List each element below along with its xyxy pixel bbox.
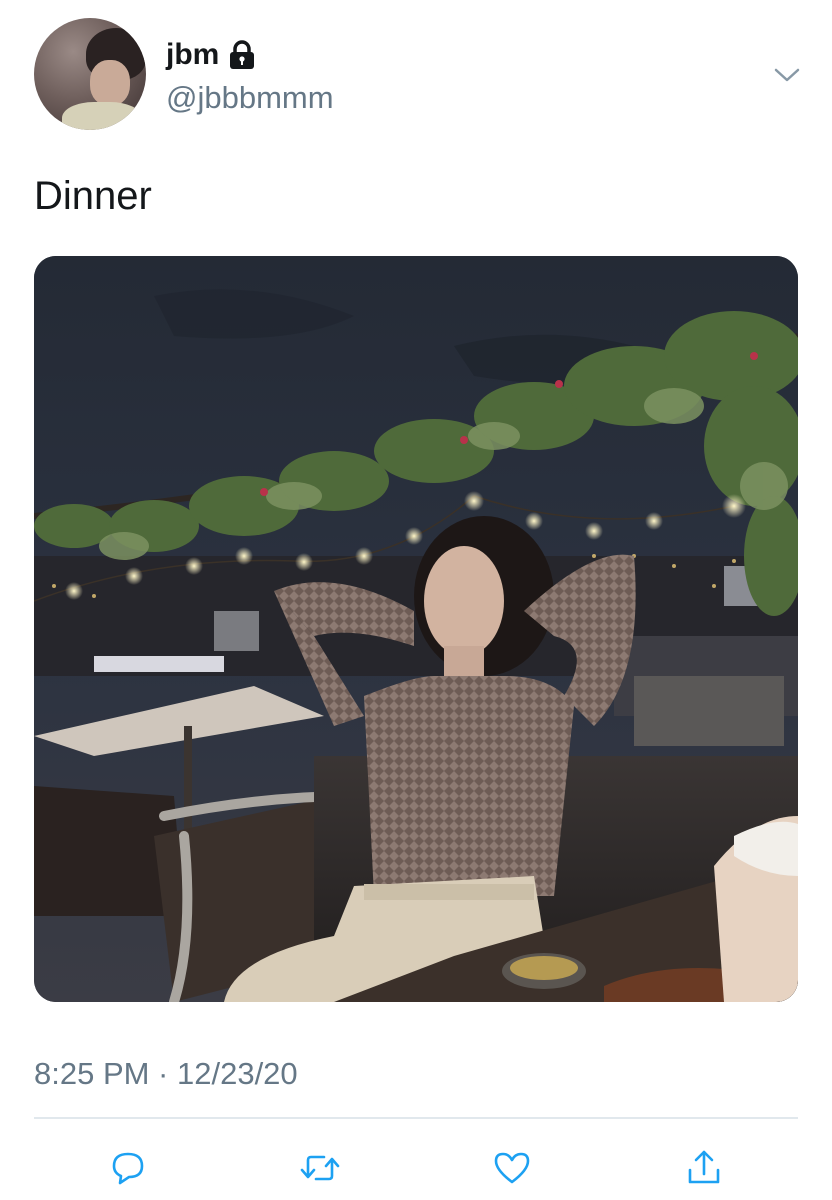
user-handle[interactable]: @jbbbmmm [166,80,334,116]
chevron-down-icon[interactable] [772,60,802,90]
tweet-actions [0,1140,832,1196]
like-icon[interactable] [490,1146,534,1190]
avatar-face [90,60,130,106]
avatar-shirt [62,102,142,130]
user-name-row[interactable]: jbm [166,38,257,72]
avatar[interactable] [34,18,146,130]
tweet-timestamp[interactable]: 8:25 PM · 12/23/20 [34,1056,298,1092]
divider [34,1117,798,1119]
share-icon[interactable] [682,1146,726,1190]
retweet-icon[interactable] [298,1146,342,1190]
reply-icon[interactable] [106,1146,150,1190]
display-name[interactable]: jbm [166,38,219,72]
tweet-photo[interactable] [34,256,798,1002]
tweet-text: Dinner [34,174,152,218]
lock-icon [227,39,257,71]
tweet-header: jbm @jbbbmmm [34,18,804,134]
